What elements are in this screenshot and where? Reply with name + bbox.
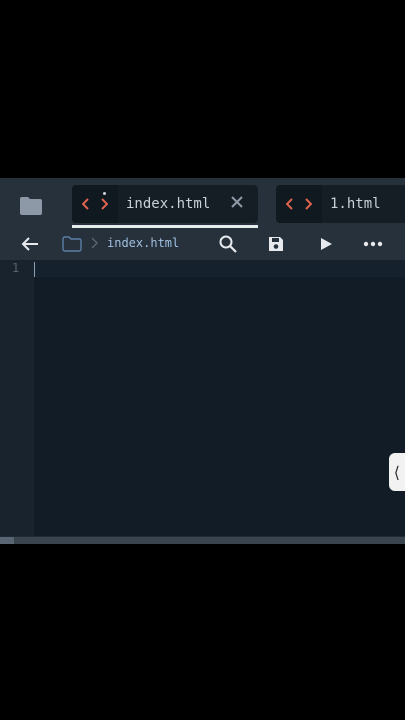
chevron-left-icon: ⟨ [392, 462, 402, 482]
code-icon [72, 185, 118, 223]
tab-label: index.html [126, 196, 211, 212]
breadcrumb-folder[interactable] [60, 228, 84, 260]
close-icon[interactable] [230, 195, 244, 209]
code-editor-app: index.html 1.html index.html 1 [0, 178, 405, 544]
folder-icon [20, 197, 42, 215]
line-number: 1 [12, 261, 20, 275]
tab-label: 1.html [330, 196, 381, 212]
search-button[interactable] [214, 228, 242, 260]
breadcrumb-file[interactable]: index.html [107, 236, 179, 250]
play-icon [321, 238, 332, 250]
code-editor[interactable]: 1 [0, 261, 405, 536]
horizontal-scrollbar[interactable] [0, 537, 405, 544]
more-button[interactable] [358, 228, 388, 260]
tab-index-html[interactable]: index.html [72, 185, 258, 223]
line-number-gutter: 1 [0, 261, 34, 536]
side-panel-handle[interactable]: ⟨ [389, 453, 405, 491]
back-button[interactable] [14, 228, 46, 260]
modified-indicator [103, 192, 106, 195]
save-icon [269, 237, 283, 251]
tab-1-html[interactable]: 1.html [276, 185, 405, 223]
scrollbar-thumb[interactable] [0, 537, 14, 544]
run-button[interactable] [312, 228, 340, 260]
arrow-left-icon [21, 237, 38, 251]
chevron-right-icon [91, 237, 98, 249]
search-icon [219, 235, 237, 253]
save-button[interactable] [262, 228, 290, 260]
current-line-highlight [34, 261, 405, 277]
text-cursor [34, 262, 35, 277]
more-icon [363, 241, 383, 247]
file-explorer-button[interactable] [0, 186, 62, 226]
code-icon [276, 185, 322, 223]
tab-bar: index.html 1.html [0, 178, 405, 228]
toolbar: index.html [0, 228, 405, 261]
folder-icon [62, 236, 82, 252]
